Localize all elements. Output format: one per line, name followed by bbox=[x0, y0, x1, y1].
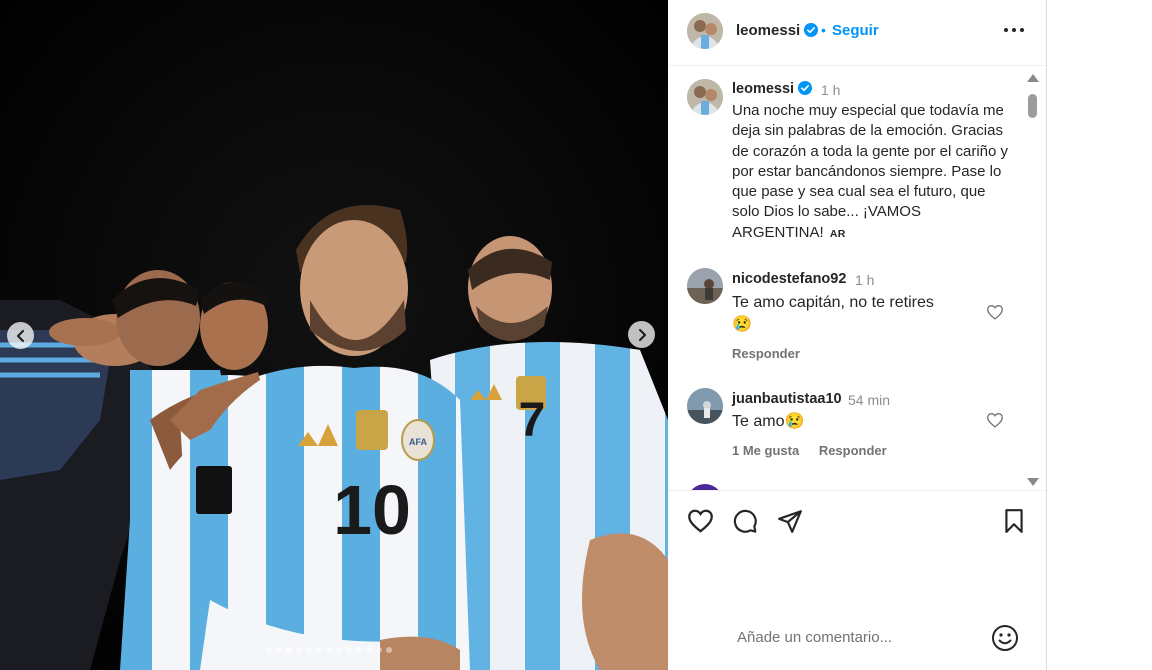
like-comment-button[interactable] bbox=[986, 412, 1004, 433]
carousel-dot bbox=[376, 647, 382, 653]
comment-text: Te amo😢 bbox=[732, 413, 805, 430]
chevron-left-icon bbox=[16, 329, 24, 342]
comment-button[interactable] bbox=[732, 508, 758, 539]
carousel-dot bbox=[296, 647, 302, 653]
comment-input[interactable] bbox=[737, 629, 977, 646]
comments-list[interactable]: leomessi 1 h Una noche muy especial que … bbox=[668, 66, 1046, 490]
carousel-dot bbox=[386, 647, 392, 653]
scroll-down-arrow-icon[interactable] bbox=[1027, 478, 1039, 486]
post-actions-bar bbox=[668, 490, 1046, 560]
more-horizontal-icon bbox=[1004, 28, 1024, 32]
commenter-avatar[interactable] bbox=[687, 268, 723, 304]
comment-username[interactable]: nicodestefano92 bbox=[732, 271, 846, 287]
carousel-dot bbox=[346, 647, 352, 653]
author-avatar[interactable] bbox=[687, 13, 723, 49]
jersey-crest: AFA bbox=[409, 437, 428, 447]
heart-icon bbox=[688, 509, 713, 533]
commenter-avatar[interactable] bbox=[687, 388, 723, 424]
carousel-indicator bbox=[266, 647, 392, 653]
chevron-right-icon bbox=[638, 328, 646, 341]
bookmark-icon bbox=[1005, 509, 1023, 533]
post-side-panel: leomessi • Seguir leomessi 1 h Una noche… bbox=[668, 0, 1047, 670]
comment-likes-count[interactable]: 1 Me gusta bbox=[732, 443, 799, 458]
add-comment-box bbox=[668, 600, 1046, 670]
paper-plane-icon bbox=[778, 510, 802, 533]
carousel-next-button[interactable] bbox=[628, 321, 655, 348]
carousel-dot bbox=[366, 647, 372, 653]
jersey-number-right: 7 bbox=[519, 394, 546, 447]
comment-timestamp[interactable]: 54 min bbox=[848, 392, 890, 408]
comment-username[interactable]: juanbautistaa10 bbox=[732, 391, 842, 407]
carousel-prev-button[interactable] bbox=[7, 322, 34, 349]
scroll-up-arrow-icon[interactable] bbox=[1027, 74, 1039, 82]
heart-icon bbox=[987, 413, 1003, 428]
crying-face-emoji: 😢 bbox=[732, 316, 752, 333]
emoji-picker-button[interactable] bbox=[991, 624, 1019, 657]
carousel-dot bbox=[276, 647, 282, 653]
comment-text: Te amo capitán, no te retires 😢 bbox=[732, 294, 934, 333]
scrollbar-thumb[interactable] bbox=[1028, 94, 1037, 118]
caption-username[interactable]: leomessi bbox=[732, 81, 813, 97]
caption-text: Una noche muy especial que todavía me de… bbox=[732, 102, 1009, 241]
author-username[interactable]: leomessi bbox=[736, 22, 819, 39]
carousel-dot bbox=[306, 647, 312, 653]
flag-ar-icon: AR bbox=[829, 227, 846, 240]
carousel-dot bbox=[266, 647, 272, 653]
post-header: leomessi • Seguir bbox=[668, 0, 1046, 66]
reply-button[interactable]: Responder bbox=[732, 346, 800, 361]
like-comment-button[interactable] bbox=[986, 304, 1004, 325]
comment-actions: Responder bbox=[732, 346, 800, 361]
separator-dot: • bbox=[821, 22, 826, 38]
heart-icon bbox=[987, 305, 1003, 320]
comments-scrollbar[interactable] bbox=[1024, 70, 1042, 490]
caption-timestamp[interactable]: 1 h bbox=[821, 82, 840, 98]
share-button[interactable] bbox=[777, 508, 803, 539]
comment-actions: 1 Me gusta Responder bbox=[732, 443, 887, 458]
save-button[interactable] bbox=[1002, 508, 1026, 539]
carousel-dot bbox=[356, 647, 362, 653]
crying-face-emoji: 😢 bbox=[784, 413, 805, 430]
carousel-dot bbox=[326, 647, 332, 653]
post-media[interactable]: 7 10 AFA bbox=[0, 0, 668, 670]
comment-timestamp[interactable]: 1 h bbox=[855, 272, 874, 288]
follow-button[interactable]: Seguir bbox=[832, 22, 879, 39]
verified-badge-icon bbox=[804, 23, 819, 37]
comment-bubble-icon bbox=[733, 509, 757, 533]
post-photo: 7 10 AFA bbox=[0, 0, 668, 670]
jersey-number-center: 10 bbox=[333, 471, 411, 549]
smiley-icon bbox=[992, 625, 1018, 651]
instagram-post-viewer: 7 10 AFA leomessi • Seguir leomessi 1 h … bbox=[0, 0, 1152, 670]
carousel-dot bbox=[286, 647, 292, 653]
carousel-dot bbox=[316, 647, 322, 653]
reply-button[interactable]: Responder bbox=[819, 443, 887, 458]
carousel-dot bbox=[336, 647, 342, 653]
like-button[interactable] bbox=[687, 508, 714, 538]
more-options-button[interactable] bbox=[1002, 17, 1026, 43]
verified-badge-icon bbox=[798, 81, 813, 95]
caption-author-avatar[interactable] bbox=[687, 79, 723, 115]
